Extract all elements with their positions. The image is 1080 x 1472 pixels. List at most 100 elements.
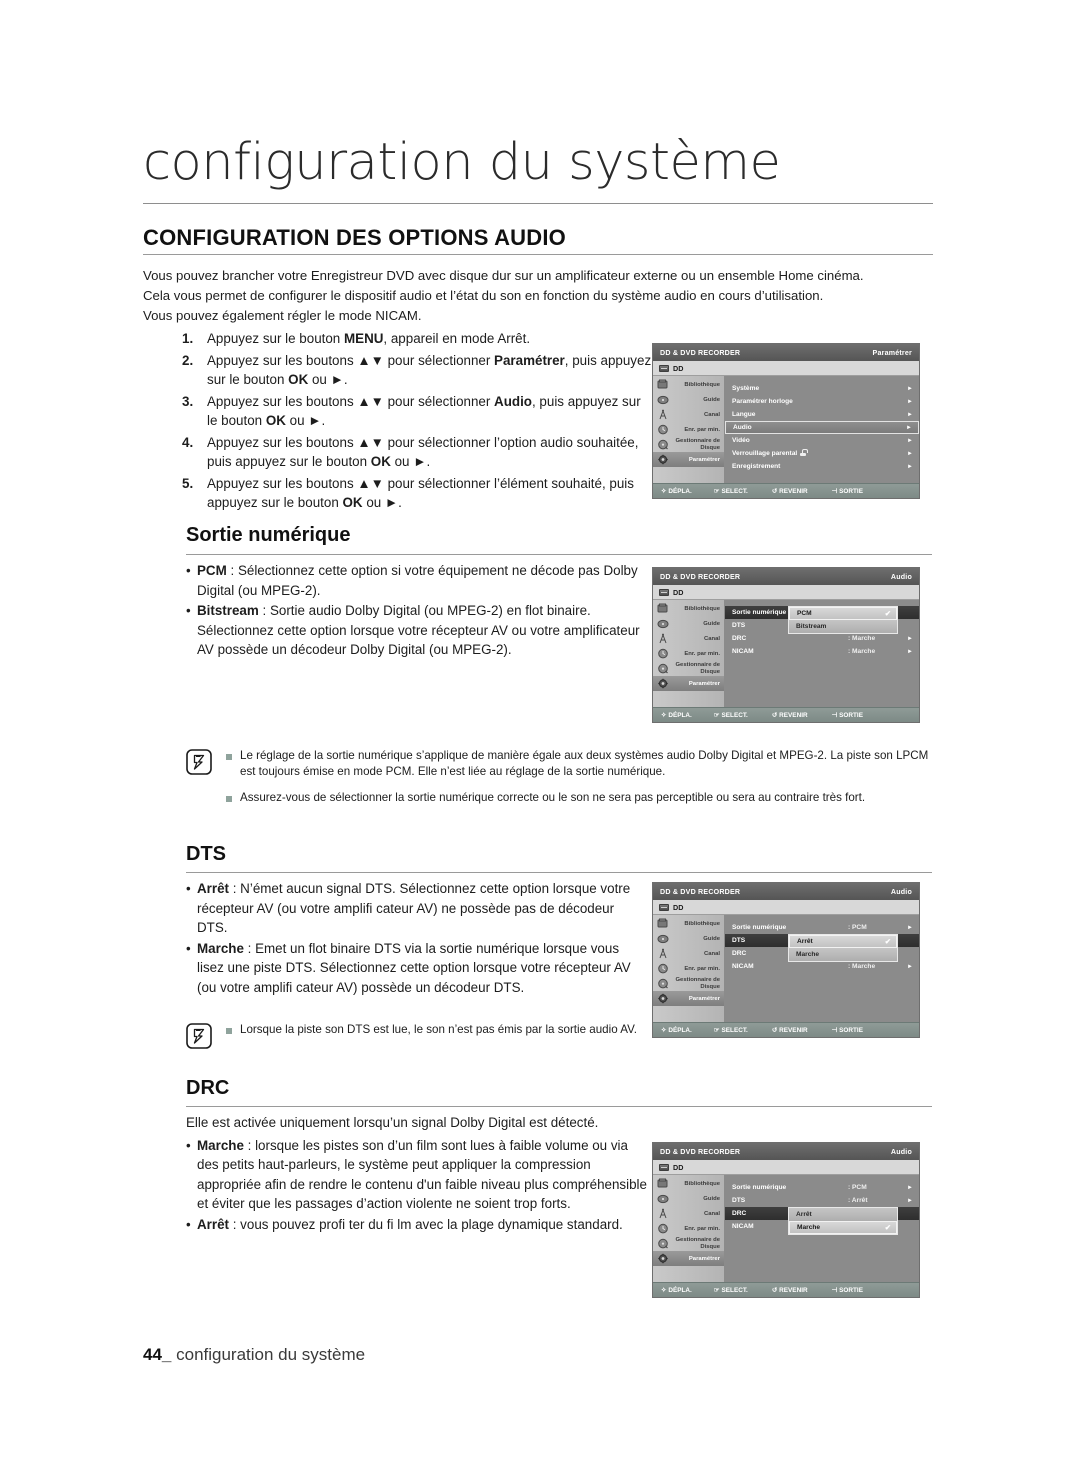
menu-row-dts[interactable]: DTS: Arrêt ► [725,1194,919,1207]
footer-label: SELECT. [721,487,748,495]
sidebar-item-bibliotheque[interactable]: Bibliothèque [653,601,724,616]
select-icon: ☞ [713,712,720,719]
footer-label: DÉPLA. [668,487,692,495]
sidebar-item-guide[interactable]: Guide [653,931,724,946]
definition-term: Arrêt [197,881,229,896]
submenu-option-bitstream[interactable]: Bitstream [789,620,897,633]
menu-row-systeme[interactable]: Système ► [725,382,919,395]
footer-action-revenir[interactable]: ↺ REVENIR [771,1026,808,1035]
chevron-right-icon: ► [907,648,913,655]
menu-row-video[interactable]: Vidéo ► [725,434,919,447]
osd-sidebar: Bibliothèque Guide Canal Enr. par min. G… [653,1175,725,1282]
menu-row-verrouillage-parental[interactable]: Verrouillage parental ► [725,447,919,460]
footer-action-select[interactable]: ☞ SELECT. [713,711,748,720]
menu-label: Sortie numérique [732,1184,787,1191]
sidebar-item-gestionnaire-de-disque[interactable]: Gestionnaire de Disque [653,661,724,676]
osd-device-label: DD [673,1162,684,1172]
step-text: Appuyez sur les boutons ▲▼ pour sélectio… [207,434,639,470]
osd-context-label: Audio [890,887,912,896]
disc-icon [657,933,669,944]
submenu-option-marche[interactable]: Marche [789,948,897,961]
sidebar-item-bibliotheque[interactable]: Bibliothèque [653,1176,724,1191]
note-block-2: Lorsque la piste son DTS est lue, le son… [186,1022,646,1049]
move-icon: ✧ [661,1027,667,1034]
menu-row-enregistrement[interactable]: Enregistrement ► [725,460,919,473]
sidebar-item-parametrer[interactable]: Paramétrer [653,991,724,1006]
osd-context-label: Paramétrer [872,348,912,357]
submenu-option-pcm[interactable]: PCM ✔ [789,607,897,620]
footer-action-revenir[interactable]: ↺ REVENIR [772,1286,808,1295]
osd-title-bar: DD & DVD RECORDER Audio [653,883,919,900]
page-number: 44_ [143,1345,172,1364]
library-icon [657,603,669,614]
footer-action-select[interactable]: ☞ SELECT. [714,487,748,496]
osd-footer-bar: ✧ DÉPLA. ☞ SELECT. ↺ REVENIR ⊣ SORTIE [653,1282,919,1297]
library-icon [657,1178,669,1189]
sidebar-item-enr-par-min[interactable]: Enr. par min. [653,1221,724,1236]
sidebar-item-gestionnaire-de-disque[interactable]: Gestionnaire de Disque [653,1236,724,1251]
footer-action-depla[interactable]: ✧ DÉPLA. [661,487,692,496]
disc-manager-icon [657,978,669,989]
subsection-divider [186,1106,932,1107]
menu-row-sortie-numerique[interactable]: Sortie numérique: PCM ► [725,1181,919,1194]
sidebar-item-guide[interactable]: Guide [653,392,724,407]
menu-label: NICAM [732,963,754,970]
sidebar-item-enr-par-min[interactable]: Enr. par min. [653,646,724,661]
footer-chapter-label: configuration du système [176,1345,366,1364]
instruction-steps: 1. Appuyez sur le bouton MENU, appareil … [182,329,652,515]
submenu-option-marche[interactable]: Marche ✔ [789,1221,897,1234]
footer-action-select[interactable]: ☞ SELECT. [714,1286,748,1295]
sidebar-label: Guide [703,1195,720,1202]
menu-row-nicam[interactable]: NICAM: Marche ► [725,645,919,658]
sidebar-item-canal[interactable]: Canal [653,407,724,422]
sidebar-item-enr-par-min[interactable]: Enr. par min. [653,961,724,976]
menu-label: Système [732,385,760,392]
return-icon: ↺ [771,1027,778,1034]
footer-action-revenir[interactable]: ↺ REVENIR [772,711,808,720]
footer-action-sortie[interactable]: ⊣ SORTIE [831,487,863,496]
sidebar-item-canal[interactable]: Canal [653,946,724,961]
sidebar-item-enr-par-min[interactable]: Enr. par min. [653,422,724,437]
menu-label: Enregistrement [732,463,781,470]
definition-text: vous pouvez profi ter du fi lm avec la p… [240,1216,623,1232]
hdd-icon [659,588,669,596]
footer-action-select[interactable]: ☞ SELECT. [714,1026,748,1035]
menu-label: DRC [732,635,747,642]
menu-row-langue[interactable]: Langue ► [725,408,919,421]
footer-action-depla[interactable]: ✧ DÉPLA. [661,1026,692,1035]
sidebar-item-canal[interactable]: Canal [653,631,724,646]
menu-row-audio[interactable]: Audio ► [725,421,919,434]
sidebar-item-parametrer[interactable]: Paramétrer [653,452,724,467]
return-icon: ↺ [771,488,778,495]
menu-row-parametrer-horloge[interactable]: Paramétrer horloge ► [725,395,919,408]
osd-footer-bar: ✧ DÉPLA. ☞ SELECT. ↺ REVENIR ⊣ SORTIE [653,483,919,498]
sidebar-item-bibliotheque[interactable]: Bibliothèque [653,377,724,392]
intro-paragraph: Vous pouvez brancher votre Enregistreur … [143,266,933,326]
sidebar-item-guide[interactable]: Guide [653,1191,724,1206]
sidebar-item-parametrer[interactable]: Paramétrer [653,676,724,691]
sidebar-item-bibliotheque[interactable]: Bibliothèque [653,916,724,931]
sidebar-item-gestionnaire-de-disque[interactable]: Gestionnaire de Disque [653,437,724,452]
footer-action-sortie[interactable]: ⊣ SORTIE [832,1026,863,1035]
sidebar-item-gestionnaire-de-disque[interactable]: Gestionnaire de Disque [653,976,724,991]
intro-line-3: Vous pouvez également régler le mode NIC… [143,308,422,323]
exit-icon: ⊣ [831,488,838,495]
menu-row-sortie-numerique[interactable]: Sortie numérique: PCM ► [725,921,919,934]
definition-body: Marche : Emet un flot binaire DTS via la… [197,940,631,995]
footer-action-depla[interactable]: ✧ DÉPLA. [661,1286,692,1295]
footer-action-revenir[interactable]: ↺ REVENIR [771,487,808,496]
menu-label: Langue [732,411,756,418]
footer-action-depla[interactable]: ✧ DÉPLA. [661,711,692,720]
submenu-option-arret[interactable]: Arrêt ✔ [789,935,897,948]
sidebar-item-canal[interactable]: Canal [653,1206,724,1221]
bullet-icon: • [186,881,191,896]
footer-action-sortie[interactable]: ⊣ SORTIE [832,711,863,720]
sidebar-item-parametrer[interactable]: Paramétrer [653,1251,724,1266]
menu-label: Verrouillage parental [732,449,904,457]
footer-action-sortie[interactable]: ⊣ SORTIE [832,1286,863,1295]
sidebar-item-guide[interactable]: Guide [653,616,724,631]
lock-icon [800,449,809,456]
submenu-label: Arrêt [797,938,813,945]
submenu-option-arret[interactable]: Arrêt [789,1208,897,1221]
note-items: Le réglage de la sortie numérique s’appl… [226,748,934,815]
